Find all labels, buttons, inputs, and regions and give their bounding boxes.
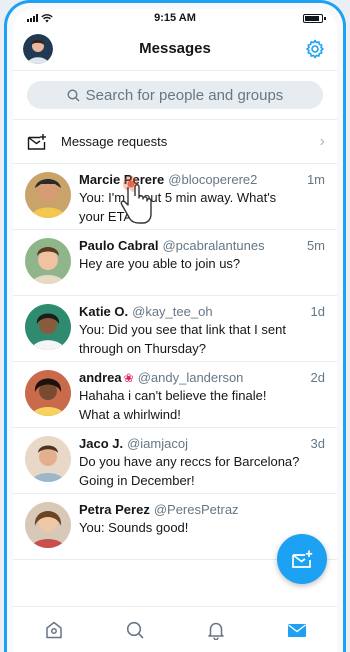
sender-handle: @pcabralantunes [162,238,265,253]
conversation-header: Marcie Perere @blocoperere2 1m [79,172,325,188]
conversation-row[interactable]: andrea ❀ @andy_landerson 2d Hahaha i can't b… [13,362,337,428]
sender-handle: @andy_landerson [137,370,244,385]
screen: 9:15 AM Messages Search for people and g… [13,9,337,652]
conversation-row[interactable]: Katie O. @kay_tee_oh 1d You: Did you see th… [13,296,337,362]
avatar[interactable] [25,304,71,350]
mail-icon [287,623,306,637]
battery-icon [303,13,326,23]
sender-handle: @PeresPetraz [153,502,239,517]
conversation-list: Marcie Perere @blocoperere2 1m You: I'm abo… [13,164,337,560]
timestamp: 3d [310,436,325,451]
message-requests-label: Message requests [61,134,168,149]
page-title: Messages [139,40,211,57]
tab-messages[interactable] [277,610,317,650]
timestamp: 5m [306,238,325,253]
tab-notifications[interactable] [196,610,236,650]
search-bar: Search for people and groups [13,71,337,120]
avatar[interactable] [25,172,71,218]
avatar[interactable] [25,238,71,284]
message-preview: Hahaha i can't believe the finale! What … [79,388,267,422]
new-message-icon [292,550,313,568]
sender-name: andrea [79,370,122,385]
conversation-body: andrea ❀ @andy_landerson 2d Hahaha i can't b… [79,370,325,427]
tab-home[interactable] [34,610,74,650]
avatar[interactable] [25,502,71,548]
avatar[interactable] [25,436,71,482]
envelope-plus-icon [27,133,46,150]
bell-icon [207,622,224,640]
profile-avatar[interactable] [23,33,53,64]
header: Messages [13,27,337,71]
conversation-body: Marcie Perere @blocoperere2 1m You: I'm abo… [79,172,325,229]
search-input[interactable]: Search for people and groups [27,81,323,109]
message-preview: You: Sounds good! [79,520,189,535]
sender-name: Petra Perez [79,502,150,517]
conversation-body: Paulo Cabral @pcabralantunes 5m Hey are you… [79,238,325,295]
phone-frame: 9:15 AM Messages Search for people and g… [4,0,346,652]
message-preview: Hey are you able to join us? [79,256,241,271]
flower-badge-icon: ❀ [123,371,134,385]
conversation-body: Jaco J. @iamjacoj 3d Do you have any reccs … [79,436,325,493]
message-preview: You: Did you see that link that I sent t… [79,322,286,356]
conversation-row[interactable]: Paulo Cabral @pcabralantunes 5m Hey are you… [13,230,337,296]
chevron-right-icon: › [319,132,325,150]
sender-name: Marcie Perere [79,172,165,187]
message-requests-row[interactable]: Message requests › [13,120,337,164]
sender-name: Jaco J. [79,436,124,451]
search-placeholder: Search for people and groups [85,86,284,104]
sender-handle: @blocoperere2 [168,172,258,187]
conversation-header: Paulo Cabral @pcabralantunes 5m [79,238,325,254]
conversation-body: Katie O. @kay_tee_oh 1d You: Did you see th… [79,304,325,361]
tab-bar [13,606,337,652]
status-time: 9:15 AM [154,12,196,24]
conversation-header: Jaco J. @iamjacoj 3d [79,436,325,452]
sender-handle: @kay_tee_oh [132,304,213,319]
conversation-header: Petra Perez @PeresPetraz [79,502,325,518]
status-bar: 9:15 AM [13,9,337,27]
search-icon [67,88,80,101]
timestamp: 1m [306,172,325,187]
search-icon [126,621,144,639]
sender-name: Katie O. [79,304,129,319]
message-preview: You: I'm about 5 min away. What's your E… [79,190,277,224]
tab-search[interactable] [115,610,155,650]
message-preview: Do you have any reccs for Barcelona? Goi… [79,454,300,488]
conversation-header: andrea ❀ @andy_landerson 2d [79,370,325,386]
timestamp: 1d [310,304,325,319]
home-icon [45,621,62,638]
sender-name: Paulo Cabral [79,238,159,253]
gear-icon[interactable] [305,39,325,59]
conversation-header: Katie O. @kay_tee_oh 1d [79,304,325,320]
timestamp: 2d [310,370,325,385]
avatar[interactable] [25,370,71,416]
sender-handle: @iamjacoj [127,436,188,451]
conversation-row[interactable]: Jaco J. @iamjacoj 3d Do you have any reccs … [13,428,337,494]
conversation-row[interactable]: Marcie Perere @blocoperere2 1m You: I'm abo… [13,164,337,230]
new-message-button[interactable] [277,534,327,584]
